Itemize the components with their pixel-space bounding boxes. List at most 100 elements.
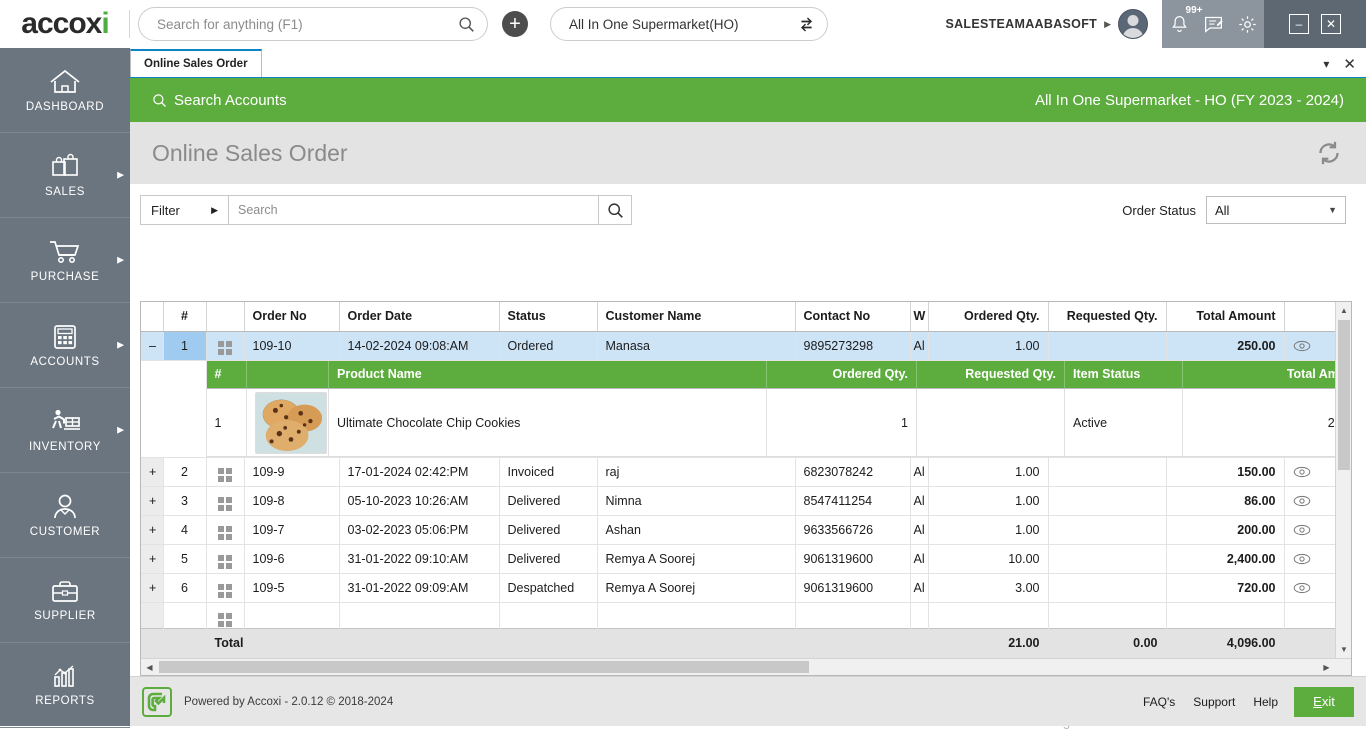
grid-search-input[interactable] — [229, 196, 598, 224]
eye-icon[interactable] — [1293, 466, 1328, 478]
footer-link-help[interactable]: Help — [1253, 695, 1278, 709]
refresh-icon[interactable] — [1314, 138, 1344, 168]
chevron-right-icon: ▶ — [211, 205, 218, 216]
grid-horizontal-scrollbar[interactable]: ◀ ▶ — [141, 658, 1351, 675]
col-requested-qty[interactable]: Requested Qty. — [1048, 302, 1166, 331]
cell-order-no: 109-9 — [244, 458, 339, 487]
cell-total-amount: 2,400.00 — [1166, 545, 1284, 574]
col-order-no[interactable]: Order No — [244, 302, 339, 331]
col-status[interactable]: Status — [499, 302, 597, 331]
sidebar-item-purchase[interactable]: PURCHASE ▶ — [0, 218, 130, 303]
row-view-button[interactable] — [1284, 574, 1336, 603]
sidebar-item-dashboard[interactable]: DASHBOARD — [0, 48, 130, 133]
scroll-right-icon[interactable]: ▶ — [1318, 659, 1335, 676]
table-row[interactable]: – 1 109-10 14-02-2024 09:08:AM Ordered M… — [141, 331, 1336, 360]
add-new-button[interactable]: + — [502, 11, 528, 37]
row-index: 5 — [163, 545, 206, 574]
horizontal-scroll-thumb[interactable] — [159, 661, 809, 673]
table-row[interactable]: + 6 109-5 31-01-2022 09:09:AM Despatched… — [141, 574, 1336, 603]
table-row[interactable]: + 4 109-7 03-02-2023 05:06:PM Delivered … — [141, 516, 1336, 545]
sidebar-item-sales[interactable]: SALES ▶ — [0, 133, 130, 218]
footer-link-faqs[interactable]: FAQ's — [1143, 695, 1175, 709]
avatar[interactable] — [1118, 9, 1148, 39]
row-menu-icon[interactable] — [206, 545, 244, 574]
grid-search-button[interactable] — [598, 196, 631, 224]
row-menu-icon[interactable] — [206, 458, 244, 487]
order-status-select[interactable]: All ▼ — [1206, 196, 1346, 224]
table-row[interactable]: + 2 109-9 17-01-2024 02:42:PM Invoiced r… — [141, 458, 1336, 487]
minimize-button[interactable]: – — [1289, 14, 1309, 34]
row-expand-button[interactable]: + — [141, 516, 163, 545]
row-menu-icon[interactable] — [206, 331, 244, 360]
global-search[interactable] — [138, 7, 488, 41]
notifications-bell-icon[interactable]: 99+ — [1169, 14, 1190, 35]
col-warehouse[interactable]: W — [910, 302, 928, 331]
col-customer-name[interactable]: Customer Name — [597, 302, 795, 331]
tab-list-dropdown-icon[interactable]: ▾ — [1323, 57, 1329, 71]
eye-icon[interactable] — [1293, 582, 1328, 594]
row-view-button[interactable] — [1284, 487, 1336, 516]
search-accounts-button[interactable]: Search Accounts — [152, 92, 287, 109]
row-menu-icon[interactable] — [206, 516, 244, 545]
col-order-date[interactable]: Order Date — [339, 302, 499, 331]
eye-icon[interactable] — [1293, 524, 1328, 536]
row-view-button[interactable] — [1284, 516, 1336, 545]
sidebar-item-reports[interactable]: REPORTS — [0, 643, 130, 728]
row-expand-button[interactable]: + — [141, 545, 163, 574]
search-icon[interactable] — [458, 16, 475, 33]
cell-status: Despatched — [499, 574, 597, 603]
tab-close-icon[interactable]: ✕ — [1343, 55, 1356, 73]
table-row[interactable]: + 3 109-8 05-10-2023 10:26:AM Delivered … — [141, 487, 1336, 516]
exit-button[interactable]: Exit — [1294, 687, 1354, 717]
footer-link-support[interactable]: Support — [1193, 695, 1235, 709]
cell-order-no: 109-6 — [244, 545, 339, 574]
row-menu-icon[interactable] — [206, 574, 244, 603]
row-expand-button[interactable]: + — [141, 487, 163, 516]
col-contact-no[interactable]: Contact No — [795, 302, 910, 331]
row-view-button[interactable] — [1284, 458, 1336, 487]
close-button[interactable]: ✕ — [1321, 14, 1341, 34]
company-name: All In One Supermarket(HO) — [569, 17, 798, 32]
scroll-down-icon[interactable]: ▼ — [1336, 641, 1352, 658]
row-menu-icon[interactable] — [206, 487, 244, 516]
cell-customer: Nimna — [597, 487, 795, 516]
person-icon — [50, 493, 80, 521]
vertical-scroll-thumb[interactable] — [1338, 320, 1350, 470]
scroll-up-icon[interactable]: ▲ — [1336, 302, 1352, 319]
gear-icon[interactable] — [1237, 14, 1258, 35]
cell-status: Ordered — [499, 331, 597, 360]
sidebar-item-label: INVENTORY — [29, 441, 101, 453]
dcell-item-status: Active — [1065, 389, 1183, 457]
row-collapse-button[interactable]: – — [141, 331, 163, 360]
cell-ordered-qty: 1.00 — [928, 331, 1048, 360]
eye-icon[interactable] — [1293, 340, 1328, 352]
row-view-button[interactable] — [1284, 545, 1336, 574]
filter-button[interactable]: Filter ▶ — [141, 196, 229, 224]
chevron-right-icon[interactable]: ▶ — [1104, 19, 1111, 30]
sidebar-item-label: CUSTOMER — [30, 526, 100, 538]
cell-status: Invoiced — [499, 458, 597, 487]
sidebar-item-supplier[interactable]: SUPPLIER — [0, 558, 130, 643]
sidebar-item-inventory[interactable]: INVENTORY ▶ — [0, 388, 130, 473]
row-expand-button[interactable]: + — [141, 574, 163, 603]
calculator-icon — [50, 323, 80, 351]
order-status-label: Order Status — [1122, 203, 1196, 218]
company-selector[interactable]: All In One Supermarket(HO) — [550, 7, 828, 41]
col-ordered-qty[interactable]: Ordered Qty. — [928, 302, 1048, 331]
eye-icon[interactable] — [1293, 553, 1328, 565]
row-view-button[interactable] — [1284, 331, 1336, 360]
messages-icon[interactable] — [1203, 14, 1224, 35]
table-row[interactable]: + 5 109-6 31-01-2022 09:10:AM Delivered … — [141, 545, 1336, 574]
col-total-amount[interactable]: Total Amount — [1166, 302, 1284, 331]
grid-vertical-scrollbar[interactable]: ▲ ▼ — [1335, 302, 1351, 675]
sidebar-item-customer[interactable]: CUSTOMER — [0, 473, 130, 558]
cell-warehouse: Al — [910, 574, 928, 603]
eye-icon[interactable] — [1293, 495, 1328, 507]
scroll-left-icon[interactable]: ◀ — [141, 659, 158, 676]
tab-online-sales-order[interactable]: Online Sales Order — [130, 49, 262, 77]
row-expand-button[interactable]: + — [141, 458, 163, 487]
tab-label: Online Sales Order — [144, 58, 248, 70]
sidebar-item-accounts[interactable]: ACCOUNTS ▶ — [0, 303, 130, 388]
switch-company-icon[interactable] — [798, 16, 815, 33]
search-input[interactable] — [157, 17, 458, 32]
